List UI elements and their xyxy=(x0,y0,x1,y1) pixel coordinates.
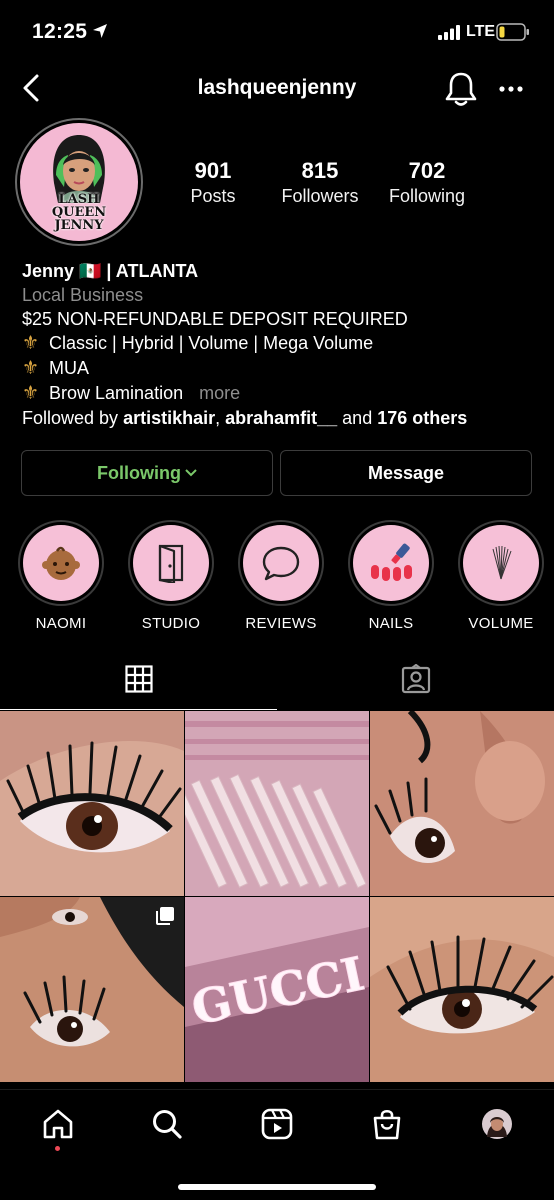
network-type: LTE xyxy=(466,23,496,40)
highlight-naomi[interactable]: NAOMI xyxy=(16,520,106,632)
lash-fan-icon xyxy=(492,545,512,580)
signal-bars-icon xyxy=(438,25,460,40)
following-button[interactable]: Following xyxy=(21,450,273,496)
post-image xyxy=(370,897,554,1082)
highlight-studio[interactable]: STUDIO xyxy=(126,520,216,632)
highlight-reviews[interactable]: REVIEWS xyxy=(236,520,326,632)
battery-icon xyxy=(496,23,529,41)
profile-category: Local Business xyxy=(22,285,144,305)
profile-name: Jenny 🇲🇽 | ATLANTA xyxy=(22,261,199,281)
profile-stats: 901 Posts 815 Followers 702 Following xyxy=(160,158,540,214)
fleur-de-lis-icon: ⚜ xyxy=(22,358,40,379)
post-thumbnail[interactable] xyxy=(370,897,554,1082)
posts-grid: GUCCI xyxy=(0,711,554,1089)
more-options-icon[interactable] xyxy=(498,76,524,102)
following-count[interactable]: 702 Following xyxy=(372,158,482,208)
home-notification-dot xyxy=(55,1146,60,1151)
nav-home[interactable] xyxy=(38,1104,78,1144)
nav-shop[interactable] xyxy=(367,1104,407,1144)
post-image: GUCCI xyxy=(185,897,369,1082)
post-image xyxy=(185,711,369,896)
home-icon xyxy=(43,1109,73,1139)
location-arrow-icon xyxy=(93,24,107,38)
nav-reels[interactable] xyxy=(257,1104,297,1144)
nav-profile[interactable] xyxy=(477,1104,517,1144)
nav-search[interactable] xyxy=(147,1104,187,1144)
tab-tagged[interactable] xyxy=(277,648,554,710)
bio-line: $25 NON-REFUNDABLE DEPOSIT REQUIRED xyxy=(22,309,408,329)
profile-avatar-icon xyxy=(482,1109,512,1139)
avatar-logo-text: LASH QUEEN JENNY xyxy=(51,192,107,233)
bio-line: ⚜ Brow Lamination more xyxy=(22,383,241,404)
highlight-volume[interactable]: VOLUME xyxy=(456,520,546,632)
post-thumbnail[interactable] xyxy=(370,711,554,896)
nail-polish-icon xyxy=(371,543,412,581)
home-indicator-bar xyxy=(178,1184,376,1190)
grid-icon xyxy=(124,664,153,693)
tab-grid[interactable] xyxy=(0,648,277,710)
status-time: 12:25 xyxy=(32,20,88,43)
post-thumbnail[interactable] xyxy=(185,711,369,896)
tagged-person-icon xyxy=(401,664,430,694)
multiple-images-icon xyxy=(156,907,174,925)
message-button[interactable]: Message xyxy=(280,450,532,496)
bio-line: ⚜ MUA xyxy=(22,358,90,379)
post-thumbnail[interactable] xyxy=(0,897,184,1082)
avatar-image: LASH QUEEN JENNY xyxy=(20,123,138,241)
post-image xyxy=(0,711,184,896)
bio-line: ⚜ Classic | Hybrid | Volume | Mega Volum… xyxy=(22,333,374,354)
post-image xyxy=(370,711,554,896)
shopping-bag-icon xyxy=(373,1109,401,1140)
post-thumbnail[interactable]: GUCCI xyxy=(185,897,369,1082)
bottom-navigation xyxy=(0,1089,554,1200)
search-icon xyxy=(153,1110,182,1139)
followed-by[interactable]: Followed by artistikhair, abrahamfit__ a… xyxy=(22,406,542,430)
fleur-de-lis-icon: ⚜ xyxy=(22,333,40,354)
door-icon xyxy=(158,544,184,583)
status-bar: 12:25 LTE xyxy=(0,0,554,62)
post-thumbnail[interactable] xyxy=(0,711,184,896)
profile-header: lashqueenjenny xyxy=(0,62,554,118)
notification-bell-icon[interactable] xyxy=(444,70,478,108)
chevron-down-icon xyxy=(185,469,197,477)
reels-icon xyxy=(261,1108,293,1140)
fleur-de-lis-icon: ⚜ xyxy=(22,383,40,404)
profile-avatar[interactable]: LASH QUEEN JENNY xyxy=(15,118,143,246)
baby-emoji-icon xyxy=(42,546,80,580)
posts-count[interactable]: 901 Posts xyxy=(158,158,268,208)
bio-more-link[interactable]: more xyxy=(199,383,240,403)
highlight-nails[interactable]: NAILS xyxy=(346,520,436,632)
speech-bubble-icon xyxy=(262,546,300,581)
followers-count[interactable]: 815 Followers xyxy=(265,158,375,208)
profile-bio: Jenny 🇲🇽 | ATLANTA Local Business $25 NO… xyxy=(22,259,542,430)
profile-tabs xyxy=(0,648,554,710)
